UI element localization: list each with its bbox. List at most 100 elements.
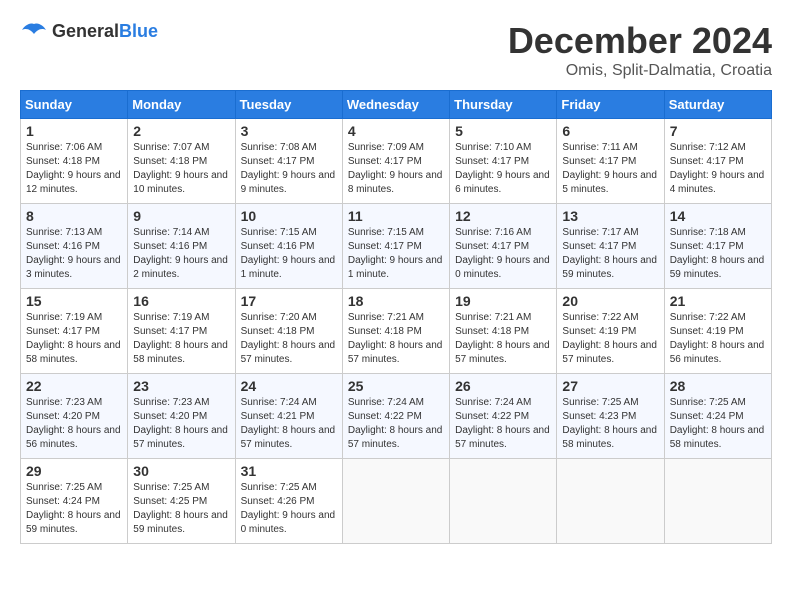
- cell-info: Sunrise: 7:21 AMSunset: 4:18 PMDaylight:…: [348, 311, 444, 367]
- cell-info: Sunrise: 7:19 AMSunset: 4:17 PMDaylight:…: [26, 311, 122, 367]
- day-number: 26: [455, 378, 551, 394]
- calendar-cell: 30 Sunrise: 7:25 AMSunset: 4:25 PMDayligh…: [128, 459, 235, 544]
- location-subtitle: Omis, Split-Dalmatia, Croatia: [508, 62, 772, 80]
- calendar-cell: 5Sunrise: 7:10 AMSunset: 4:17 PMDaylight…: [450, 119, 557, 204]
- day-number: 13: [562, 208, 658, 224]
- calendar-cell: 4Sunrise: 7:09 AMSunset: 4:17 PMDaylight…: [342, 119, 449, 204]
- day-number: 3: [241, 123, 337, 139]
- calendar-cell: 18Sunrise: 7:21 AMSunset: 4:18 PMDayligh…: [342, 289, 449, 374]
- sunset-text: Sunset: 4:18 PM: [455, 326, 529, 337]
- calendar-cell: [664, 459, 771, 544]
- cell-info: Sunrise: 7:22 AMSunset: 4:19 PMDaylight:…: [670, 311, 766, 367]
- daylight-text: Daylight: 8 hours and 59 minutes.: [26, 510, 121, 535]
- daylight-text: Daylight: 9 hours and 4 minutes.: [670, 170, 765, 195]
- calendar-cell: 29 Sunrise: 7:25 AMSunset: 4:24 PMDayligh…: [21, 459, 128, 544]
- sunrise-text: Sunrise: 7:25 AM: [562, 397, 638, 408]
- sunrise-text: Sunrise: 7:12 AM: [670, 142, 746, 153]
- sunset-text: Sunset: 4:17 PM: [133, 326, 207, 337]
- calendar-cell: 10Sunrise: 7:15 AMSunset: 4:16 PMDayligh…: [235, 204, 342, 289]
- calendar-week-row: 15 Sunrise: 7:19 AMSunset: 4:17 PMDayligh…: [21, 289, 772, 374]
- calendar-cell: 25 Sunrise: 7:24 AM Sunset: 4:22 PM Dayligh…: [342, 374, 449, 459]
- cell-info: Sunrise: 7:23 AMSunset: 4:20 PMDaylight:…: [26, 396, 122, 452]
- sunrise-text: Sunrise: 7:24 AM: [241, 397, 317, 408]
- day-number: 2: [133, 123, 229, 139]
- day-number: 28: [670, 378, 766, 394]
- sunset-text: Sunset: 4:16 PM: [133, 241, 207, 252]
- cell-info: Sunrise: 7:16 AMSunset: 4:17 PMDaylight:…: [455, 226, 551, 282]
- sunrise-text: Sunrise: 7:22 AM: [562, 312, 638, 323]
- calendar-cell: 24Sunrise: 7:24 AMSunset: 4:21 PMDayligh…: [235, 374, 342, 459]
- cell-info: Sunrise: 7:24 AMSunset: 4:21 PMDaylight:…: [241, 396, 337, 452]
- logo-bird-icon: [20, 20, 48, 42]
- sunset-text: Sunset: 4:18 PM: [26, 156, 100, 167]
- sunrise-text: Sunrise: 7:21 AM: [455, 312, 531, 323]
- calendar-cell: 9Sunrise: 7:14 AMSunset: 4:16 PMDaylight…: [128, 204, 235, 289]
- calendar-cell: 19Sunrise: 7:21 AMSunset: 4:18 PMDayligh…: [450, 289, 557, 374]
- sunset-text: Sunset: 4:18 PM: [348, 326, 422, 337]
- sunrise-text: Sunrise: 7:07 AM: [133, 142, 209, 153]
- daylight-text: Daylight: 8 hours and 56 minutes.: [670, 340, 765, 365]
- cell-info: Sunrise: 7:25 AMSunset: 4:26 PMDaylight:…: [241, 481, 337, 537]
- calendar-cell: 15 Sunrise: 7:19 AMSunset: 4:17 PMDayligh…: [21, 289, 128, 374]
- daylight-text: Daylight: 9 hours and 8 minutes.: [348, 170, 443, 195]
- sunrise-text: Sunrise: 7:08 AM: [241, 142, 317, 153]
- calendar-cell: 6Sunrise: 7:11 AMSunset: 4:17 PMDaylight…: [557, 119, 664, 204]
- day-number: 4: [348, 123, 444, 139]
- day-number: 29: [26, 463, 122, 479]
- day-number: 10: [241, 208, 337, 224]
- weekday-header: Monday: [128, 91, 235, 119]
- calendar-cell: 28Sunrise: 7:25 AMSunset: 4:24 PMDayligh…: [664, 374, 771, 459]
- cell-info: Sunrise: 7:25 AMSunset: 4:23 PMDaylight:…: [562, 396, 658, 452]
- sunset-text: Sunset: 4:20 PM: [133, 411, 207, 422]
- cell-info: Sunrise: 7:25 AMSunset: 4:25 PMDaylight:…: [133, 481, 229, 537]
- sunrise-text: Sunrise: 7:15 AM: [348, 227, 424, 238]
- sunset-text: Sunset: 4:17 PM: [26, 326, 100, 337]
- calendar-cell: 31Sunrise: 7:25 AMSunset: 4:26 PMDayligh…: [235, 459, 342, 544]
- calendar-cell: 26Sunrise: 7:24 AMSunset: 4:22 PMDayligh…: [450, 374, 557, 459]
- sunrise-text: Sunrise: 7:24 AM: [455, 397, 531, 408]
- sunset-text: Sunset: 4:22 PM: [348, 411, 422, 422]
- sunset-text: Sunset: 4:17 PM: [455, 156, 529, 167]
- sunset-text: Sunset: 4:17 PM: [348, 241, 422, 252]
- calendar-week-row: 22Sunrise: 7:23 AMSunset: 4:20 PMDayligh…: [21, 374, 772, 459]
- day-number: 23: [133, 378, 229, 394]
- day-number: 11: [348, 208, 444, 224]
- sunrise-text: Sunrise: 7:24 AM: [348, 397, 424, 408]
- cell-info: Sunrise: 7:21 AMSunset: 4:18 PMDaylight:…: [455, 311, 551, 367]
- title-area: December 2024 Omis, Split-Dalmatia, Croa…: [508, 20, 772, 80]
- daylight-text: Daylight: 8 hours and 57 minutes.: [348, 425, 443, 450]
- sunrise-text: Sunrise: 7:16 AM: [455, 227, 531, 238]
- sunset-text: Sunset: 4:22 PM: [455, 411, 529, 422]
- cell-info: Sunrise: 7:20 AMSunset: 4:18 PMDaylight:…: [241, 311, 337, 367]
- sunrise-text: Sunrise: 7:23 AM: [26, 397, 102, 408]
- cell-info: Sunrise: 7:25 AMSunset: 4:24 PMDaylight:…: [26, 481, 122, 537]
- day-number: 15: [26, 293, 122, 309]
- sunrise-text: Sunrise: 7:14 AM: [133, 227, 209, 238]
- cell-info: Sunrise: 7:17 AMSunset: 4:17 PMDaylight:…: [562, 226, 658, 282]
- weekday-header: Thursday: [450, 91, 557, 119]
- daylight-text: Daylight: 8 hours and 58 minutes.: [26, 340, 121, 365]
- daylight-text: Daylight: 9 hours and 6 minutes.: [455, 170, 550, 195]
- cell-info: Sunrise: 7:07 AMSunset: 4:18 PMDaylight:…: [133, 141, 229, 197]
- day-number: 14: [670, 208, 766, 224]
- day-number: 25: [348, 378, 444, 394]
- day-number: 7: [670, 123, 766, 139]
- calendar-cell: [450, 459, 557, 544]
- cell-info: Sunrise: 7:08 AMSunset: 4:17 PMDaylight:…: [241, 141, 337, 197]
- sunset-text: Sunset: 4:17 PM: [562, 156, 636, 167]
- day-number: 30: [133, 463, 229, 479]
- sunrise-text: Sunrise: 7:11 AM: [562, 142, 637, 153]
- weekday-header: Tuesday: [235, 91, 342, 119]
- sunset-text: Sunset: 4:19 PM: [562, 326, 636, 337]
- daylight-text: Daylight: 9 hours and 10 minutes.: [133, 170, 228, 195]
- cell-info: Sunrise: 7:24 AM Sunset: 4:22 PM Daylight:…: [348, 396, 444, 452]
- daylight-text: Daylight: 8 hours and 57 minutes.: [241, 340, 336, 365]
- calendar-cell: 14Sunrise: 7:18 AMSunset: 4:17 PMDayligh…: [664, 204, 771, 289]
- daylight-text: Daylight: 9 hours and 3 minutes.: [26, 255, 121, 280]
- daylight-text: Daylight: 9 hours and 0 minutes.: [241, 510, 336, 535]
- calendar-cell: 3 Sunrise: 7:08 AMSunset: 4:17 PMDaylight…: [235, 119, 342, 204]
- daylight-text: Daylight: 9 hours and 9 minutes.: [241, 170, 336, 195]
- cell-info: Sunrise: 7:24 AMSunset: 4:22 PMDaylight:…: [455, 396, 551, 452]
- day-number: 21: [670, 293, 766, 309]
- day-number: 27: [562, 378, 658, 394]
